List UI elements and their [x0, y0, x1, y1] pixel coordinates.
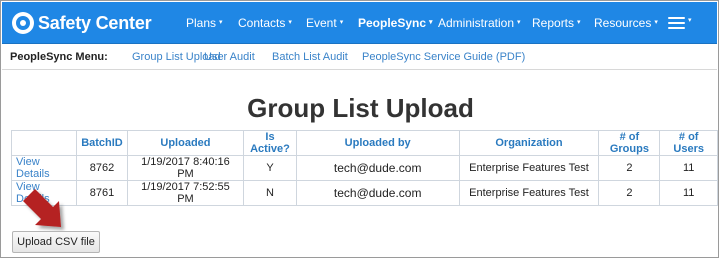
caret-down-icon: ▾ [517, 19, 521, 26]
nav-reports[interactable]: Reports ▾ [532, 2, 581, 44]
hamburger-menu-icon[interactable] [668, 17, 685, 29]
cell-batch-id: 8761 [76, 180, 128, 206]
cell-groups: 2 [598, 180, 661, 206]
nav-event[interactable]: Event ▾ [306, 2, 343, 44]
cell-users: 11 [659, 180, 718, 206]
table-header-row: BatchID Uploaded Is Active? Uploaded by … [10, 130, 718, 156]
brand-logo[interactable]: Safety Center [12, 11, 152, 35]
nav-resources[interactable]: Resources ▾ [594, 2, 658, 44]
col-header-is-active[interactable]: Is Active? [243, 130, 297, 156]
col-header-groups[interactable]: # of Groups [598, 130, 661, 156]
caret-down-icon: ▾ [219, 19, 223, 26]
brand-name: Safety Center [38, 12, 152, 33]
batch-table: BatchID Uploaded Is Active? Uploaded by … [10, 130, 718, 206]
nav-contacts[interactable]: Contacts ▾ [238, 2, 292, 44]
col-header-batchid[interactable]: BatchID [76, 130, 128, 156]
submenu-link-user-audit[interactable]: User Audit [204, 51, 255, 63]
cell-uploaded-by: tech@dude.com [295, 180, 460, 206]
cell-is-active: N [243, 180, 297, 206]
cell-organization: Enterprise Features Test [458, 180, 600, 206]
nav-administration[interactable]: Administration ▾ [438, 2, 521, 44]
cell-uploaded-by: tech@dude.com [295, 155, 460, 181]
app-window: Safety Center Plans ▾ Contacts ▾ Event ▾ Pe… [0, 0, 719, 258]
caret-down-icon: ▾ [654, 19, 658, 26]
cell-users: 11 [659, 155, 718, 181]
nav-label: Reports [532, 16, 575, 30]
view-details-link[interactable]: View Details [10, 155, 78, 181]
table-row: View Details 8761 1/19/2017 7:52:55 PM N… [10, 180, 718, 206]
table-row: View Details 8762 1/19/2017 8:40:16 PM Y… [10, 155, 718, 181]
page-title: Group List Upload [247, 93, 474, 123]
cell-groups: 2 [598, 155, 661, 181]
cell-is-active: Y [243, 155, 297, 181]
submenu-label: PeopleSync Menu: [10, 51, 108, 63]
cell-batch-id: 8762 [76, 155, 128, 181]
nav-peoplesync[interactable]: PeopleSync ▾ [358, 2, 433, 44]
cell-organization: Enterprise Features Test [458, 155, 600, 181]
nav-label: Plans [186, 16, 217, 30]
submenu-link-service-guide[interactable]: PeopleSync Service Guide (PDF) [362, 51, 525, 63]
nav-label: Contacts [238, 16, 286, 30]
caret-down-icon: ▾ [577, 19, 581, 26]
nav-label: Resources [594, 16, 652, 30]
nav-label: PeopleSync [358, 16, 427, 30]
col-header-users[interactable]: # of Users [659, 130, 718, 156]
col-header-uploaded[interactable]: Uploaded [126, 130, 245, 156]
upload-csv-button[interactable]: Upload CSV file [12, 231, 100, 253]
peoplesync-submenu: PeopleSync Menu: Group List Upload User … [2, 44, 717, 70]
caret-down-icon: ▾ [339, 19, 344, 26]
nav-label: Event [306, 16, 337, 30]
top-navbar: Safety Center Plans ▾ Contacts ▾ Event ▾ Pe… [2, 2, 717, 44]
red-arrow-annotation-icon [23, 189, 61, 227]
cell-uploaded: 1/19/2017 7:52:55 PM [126, 180, 245, 206]
nav-plans[interactable]: Plans ▾ [186, 2, 223, 44]
caret-down-icon: ▾ [288, 19, 292, 26]
submenu-link-batch-list-audit[interactable]: Batch List Audit [272, 51, 348, 63]
col-header-uploaded-by[interactable]: Uploaded by [295, 130, 460, 156]
target-logo-icon [12, 12, 34, 34]
col-header-organization[interactable]: Organization [458, 130, 600, 156]
nav-label: Administration [438, 16, 515, 30]
caret-down-icon: ▾ [688, 17, 692, 24]
cell-uploaded: 1/19/2017 8:40:16 PM [126, 155, 245, 181]
caret-down-icon: ▾ [429, 19, 433, 26]
col-header-action [10, 130, 78, 156]
